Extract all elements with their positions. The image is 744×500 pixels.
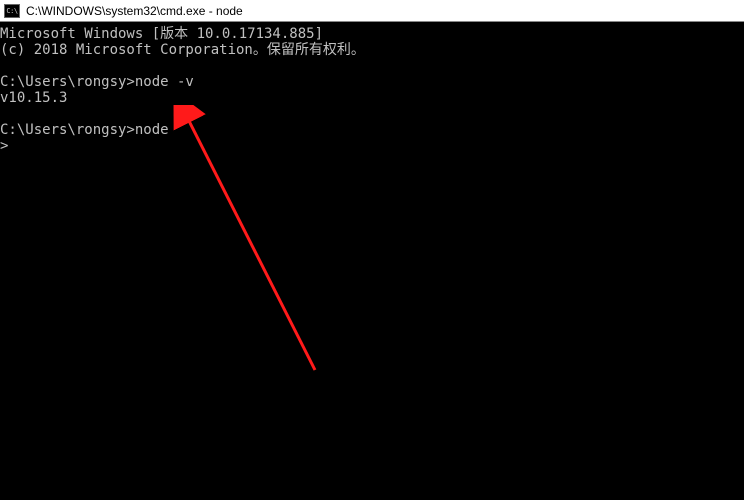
window-titlebar[interactable]: C:\ C:\WINDOWS\system32\cmd.exe - node [0,0,744,22]
terminal-repl-prompt: > [0,138,17,154]
terminal-prompt: C:\Users\rongsy>node -v [0,74,194,90]
cmd-icon-text: C:\ [6,7,17,15]
terminal-output[interactable]: Microsoft Windows [版本 10.0.17134.885] (c… [0,22,744,154]
terminal-line: (c) 2018 Microsoft Corporation。保留所有权利。 [0,42,365,58]
window-title: C:\WINDOWS\system32\cmd.exe - node [26,4,243,18]
terminal-line: Microsoft Windows [版本 10.0.17134.885] [0,26,323,42]
terminal-prompt: C:\Users\rongsy>node [0,122,169,138]
terminal-output-line: v10.15.3 [0,90,67,106]
cmd-icon: C:\ [4,4,20,18]
